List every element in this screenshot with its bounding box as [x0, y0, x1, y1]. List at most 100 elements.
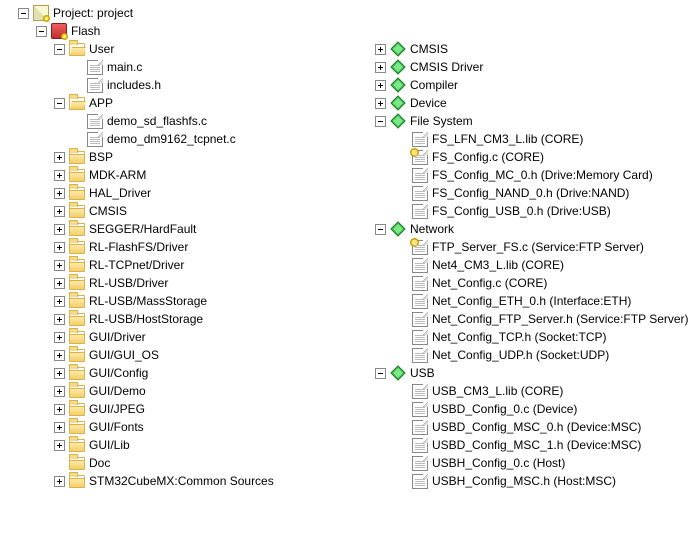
tree-item[interactable]: USBD_Config_0.c (Device): [355, 400, 700, 418]
file-icon: [412, 402, 428, 417]
tree-item[interactable]: FS_LFN_CM3_L.lib (CORE): [355, 130, 700, 148]
collapse-icon[interactable]: [54, 44, 65, 55]
expand-icon[interactable]: [54, 332, 65, 343]
expand-icon[interactable]: [54, 260, 65, 271]
tree-item[interactable]: USBD_Config_MSC_1.h (Device:MSC): [355, 436, 700, 454]
project-icon: [33, 5, 49, 21]
folder-icon: [69, 349, 85, 362]
tree-item[interactable]: RL-TCPnet/Driver: [0, 256, 355, 274]
expand-icon[interactable]: [54, 242, 65, 253]
tree-item-label: APP: [89, 94, 119, 112]
collapse-icon[interactable]: [54, 98, 65, 109]
tree-item-label: FTP_Server_FS.c (Service:FTP Server): [432, 238, 650, 256]
expand-icon[interactable]: [54, 386, 65, 397]
tree-item[interactable]: RL-FlashFS/Driver: [0, 238, 355, 256]
tree-indent: [0, 76, 72, 94]
tree-item[interactable]: User: [0, 40, 355, 58]
tree-item[interactable]: USBD_Config_MSC_0.h (Device:MSC): [355, 418, 700, 436]
tree-item[interactable]: Flash: [0, 22, 355, 40]
tree-item[interactable]: GUI/Demo: [0, 382, 355, 400]
tree-item[interactable]: demo_sd_flashfs.c: [0, 112, 355, 130]
expand-icon[interactable]: [54, 170, 65, 181]
tree-item[interactable]: FS_Config_USB_0.h (Drive:USB): [355, 202, 700, 220]
tree-item[interactable]: Doc: [0, 454, 355, 472]
tree-item[interactable]: FS_Config_NAND_0.h (Drive:NAND): [355, 184, 700, 202]
tree-item[interactable]: Net_Config.c (CORE): [355, 274, 700, 292]
collapse-icon[interactable]: [18, 8, 29, 19]
tree-item[interactable]: HAL_Driver: [0, 184, 355, 202]
expand-icon[interactable]: [54, 278, 65, 289]
tree-item[interactable]: Device: [355, 94, 700, 112]
tree-item[interactable]: CMSIS Driver: [355, 58, 700, 76]
tree-item[interactable]: Net_Config_ETH_0.h (Interface:ETH): [355, 292, 700, 310]
expand-icon[interactable]: [54, 188, 65, 199]
tree-item-label: CMSIS: [410, 40, 454, 58]
expand-icon[interactable]: [54, 368, 65, 379]
tree-item[interactable]: File System: [355, 112, 700, 130]
folder-icon: [69, 151, 85, 164]
tree-item[interactable]: RL-USB/Driver: [0, 274, 355, 292]
tree-indent: [355, 40, 375, 58]
tree-item[interactable]: main.c: [0, 58, 355, 76]
tree-item[interactable]: GUI/GUI_OS: [0, 346, 355, 364]
tree-indent: [355, 400, 397, 418]
tree-item[interactable]: Net_Config_FTP_Server.h (Service:FTP Ser…: [355, 310, 700, 328]
tree-item[interactable]: RL-USB/MassStorage: [0, 292, 355, 310]
expand-icon[interactable]: [54, 476, 65, 487]
tree-item[interactable]: GUI/JPEG: [0, 400, 355, 418]
tree-item-label: FS_Config_MC_0.h (Drive:Memory Card): [432, 166, 659, 184]
tree-item[interactable]: STM32CubeMX:Common Sources: [0, 472, 355, 490]
tree-item-label: Net_Config_ETH_0.h (Interface:ETH): [432, 292, 637, 310]
tree-item[interactable]: demo_dm9162_tcpnet.c: [0, 130, 355, 148]
tree-item[interactable]: GUI/Config: [0, 364, 355, 382]
expand-icon[interactable]: [375, 80, 386, 91]
tree-indent: [355, 328, 397, 346]
tree-item[interactable]: APP: [0, 94, 355, 112]
tree-item[interactable]: GUI/Driver: [0, 328, 355, 346]
tree-item[interactable]: FS_Config_MC_0.h (Drive:Memory Card): [355, 166, 700, 184]
expand-icon[interactable]: [54, 296, 65, 307]
expand-icon[interactable]: [54, 404, 65, 415]
tree-item[interactable]: USB: [355, 364, 700, 382]
tree-item[interactable]: GUI/Lib: [0, 436, 355, 454]
tree-item[interactable]: Net_Config_TCP.h (Socket:TCP): [355, 328, 700, 346]
expand-icon[interactable]: [54, 350, 65, 361]
tree-item-label: CMSIS: [89, 202, 133, 220]
expand-icon[interactable]: [54, 314, 65, 325]
tree-item[interactable]: MDK-ARM: [0, 166, 355, 184]
tree-indent: [0, 364, 54, 382]
tree-item[interactable]: Project: project: [0, 4, 355, 22]
tree-item[interactable]: BSP: [0, 148, 355, 166]
tree-item[interactable]: USBH_Config_0.c (Host): [355, 454, 700, 472]
file-icon: [87, 60, 103, 75]
expand-icon[interactable]: [375, 62, 386, 73]
tree-item[interactable]: Net4_CM3_L.lib (CORE): [355, 256, 700, 274]
tree-indent: [0, 202, 54, 220]
collapse-icon[interactable]: [36, 26, 47, 37]
expand-icon[interactable]: [54, 422, 65, 433]
tree-indent: [0, 292, 54, 310]
tree-item[interactable]: Compiler: [355, 76, 700, 94]
tree-item[interactable]: CMSIS: [355, 40, 700, 58]
expand-icon[interactable]: [375, 44, 386, 55]
tree-item[interactable]: Net_Config_UDP.h (Socket:UDP): [355, 346, 700, 364]
tree-item[interactable]: USB_CM3_L.lib (CORE): [355, 382, 700, 400]
tree-item[interactable]: USBH_Config_MSC.h (Host:MSC): [355, 472, 700, 490]
expand-icon[interactable]: [375, 98, 386, 109]
expand-icon[interactable]: [54, 152, 65, 163]
collapse-icon[interactable]: [375, 116, 386, 127]
tree-item[interactable]: FTP_Server_FS.c (Service:FTP Server): [355, 238, 700, 256]
collapse-icon[interactable]: [375, 368, 386, 379]
expand-icon[interactable]: [54, 440, 65, 451]
tree-item-label: RL-USB/HostStorage: [89, 310, 209, 328]
expand-icon[interactable]: [54, 206, 65, 217]
tree-item[interactable]: RL-USB/HostStorage: [0, 310, 355, 328]
expand-icon[interactable]: [54, 224, 65, 235]
collapse-icon[interactable]: [375, 224, 386, 235]
tree-item[interactable]: includes.h: [0, 76, 355, 94]
tree-item[interactable]: CMSIS: [0, 202, 355, 220]
tree-item[interactable]: SEGGER/HardFault: [0, 220, 355, 238]
tree-item[interactable]: GUI/Fonts: [0, 418, 355, 436]
tree-item[interactable]: FS_Config.c (CORE): [355, 148, 700, 166]
tree-item[interactable]: Network: [355, 220, 700, 238]
